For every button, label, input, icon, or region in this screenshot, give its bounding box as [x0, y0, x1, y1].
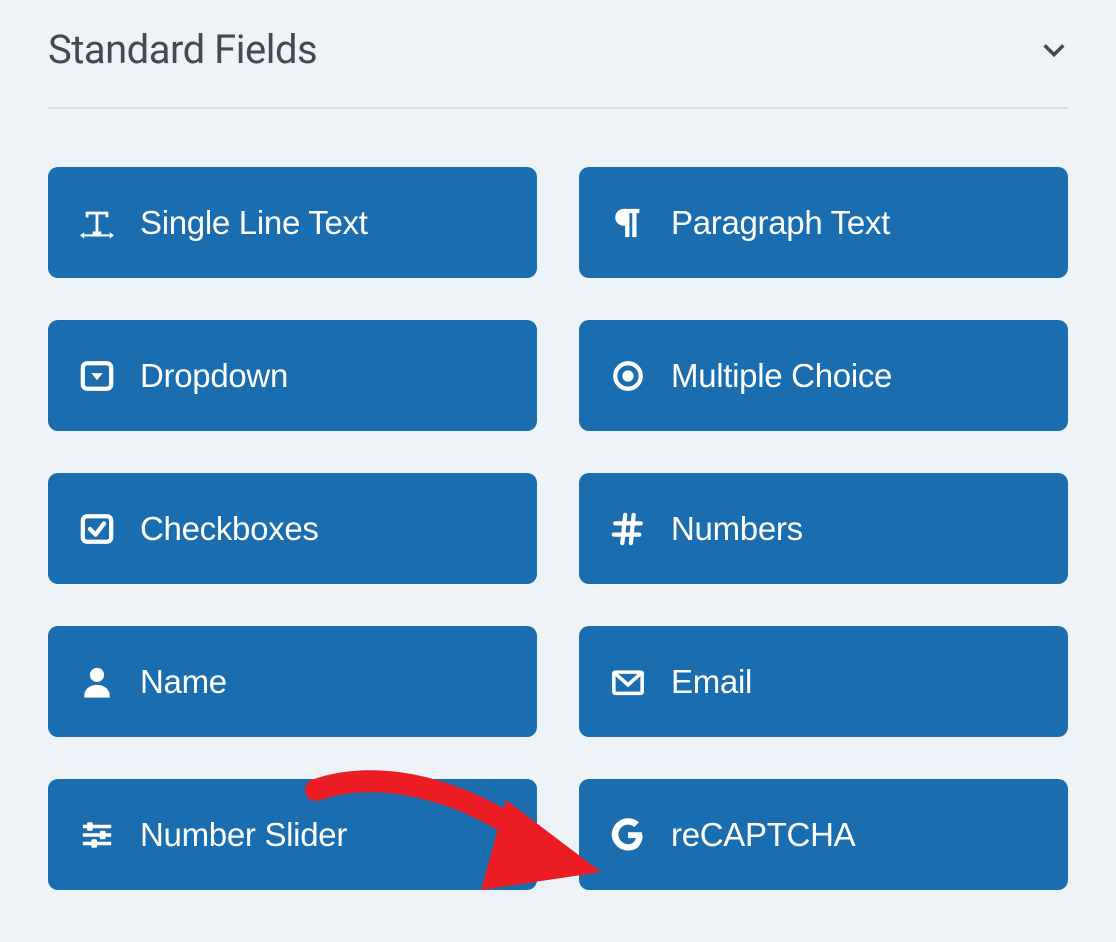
sliders-icon	[80, 818, 114, 852]
field-label: Multiple Choice	[671, 357, 892, 395]
field-label: Paragraph Text	[671, 204, 890, 242]
paragraph-text-field-button[interactable]: Paragraph Text	[579, 167, 1068, 278]
name-field-button[interactable]: Name	[48, 626, 537, 737]
standard-fields-panel: Standard Fields Single Line Text Paragra…	[0, 0, 1116, 938]
checkboxes-field-button[interactable]: Checkboxes	[48, 473, 537, 584]
field-label: Number Slider	[140, 816, 347, 854]
recaptcha-field-button[interactable]: reCAPTCHA	[579, 779, 1068, 890]
field-label: Email	[671, 663, 752, 701]
text-icon	[80, 206, 114, 240]
field-label: Dropdown	[140, 357, 288, 395]
field-label: Numbers	[671, 510, 803, 548]
field-label: Checkboxes	[140, 510, 319, 548]
fields-grid: Single Line Text Paragraph Text Dropdown…	[48, 167, 1068, 890]
radio-icon	[611, 359, 645, 393]
email-field-button[interactable]: Email	[579, 626, 1068, 737]
checkbox-icon	[80, 512, 114, 546]
field-label: Name	[140, 663, 227, 701]
chevron-down-icon	[1040, 36, 1068, 64]
field-label: reCAPTCHA	[671, 816, 855, 854]
multiple-choice-field-button[interactable]: Multiple Choice	[579, 320, 1068, 431]
dropdown-icon	[80, 359, 114, 393]
user-icon	[80, 665, 114, 699]
numbers-field-button[interactable]: Numbers	[579, 473, 1068, 584]
section-title: Standard Fields	[48, 26, 317, 73]
envelope-icon	[611, 665, 645, 699]
single-line-text-field-button[interactable]: Single Line Text	[48, 167, 537, 278]
google-icon	[611, 818, 645, 852]
dropdown-field-button[interactable]: Dropdown	[48, 320, 537, 431]
section-header[interactable]: Standard Fields	[48, 18, 1068, 109]
paragraph-icon	[611, 206, 645, 240]
field-label: Single Line Text	[140, 204, 368, 242]
hash-icon	[611, 512, 645, 546]
number-slider-field-button[interactable]: Number Slider	[48, 779, 537, 890]
